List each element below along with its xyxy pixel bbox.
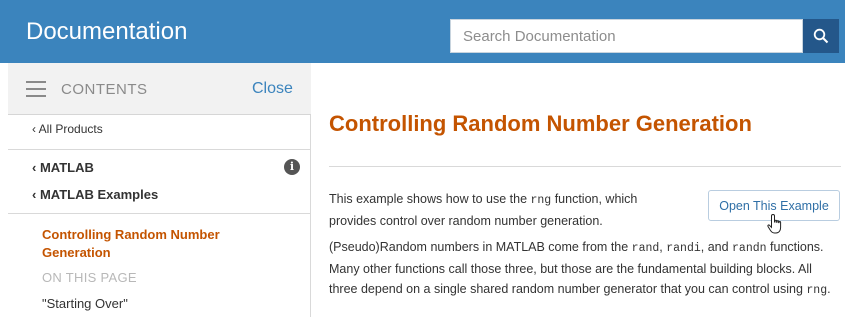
page-title: Controlling Random Number Generation: [329, 111, 752, 136]
chevron-left-icon: ‹: [32, 122, 36, 136]
title-divider: [329, 166, 841, 167]
search-input[interactable]: [451, 20, 802, 52]
divider: [8, 213, 311, 214]
hamburger-menu-icon[interactable]: [26, 81, 46, 97]
breadcrumb-all-products[interactable]: ‹ All Products: [32, 122, 103, 136]
main-content: Controlling Random Number Generation Thi…: [311, 63, 845, 317]
close-sidebar-button[interactable]: Close: [252, 80, 293, 98]
search-icon: [813, 28, 829, 44]
search-box[interactable]: [450, 19, 803, 53]
search-button[interactable]: [803, 19, 839, 53]
info-icon[interactable]: i: [284, 159, 300, 175]
inline-code: randn: [732, 242, 767, 255]
chevron-left-icon: ‹: [32, 187, 37, 202]
contents-label: CONTENTS: [61, 81, 148, 98]
top-bar: Documentation: [0, 0, 845, 63]
breadcrumb-matlab-label: MATLAB: [39, 160, 94, 175]
sidebar-item-starting-over[interactable]: "Starting Over": [42, 296, 128, 311]
app-title[interactable]: Documentation: [26, 18, 187, 46]
sidebar-header: CONTENTS Close: [8, 63, 311, 115]
intro-paragraph: This example shows how to use the rng fu…: [329, 192, 638, 228]
sidebar: CONTENTS Close ‹ All Products ‹ MATLAB i…: [8, 63, 311, 317]
inline-code: rng: [530, 194, 552, 207]
divider: [8, 149, 311, 150]
inline-code: rng: [806, 284, 828, 297]
breadcrumb-matlab-examples-label: MATLAB Examples: [39, 187, 159, 202]
inline-code: randi: [666, 242, 701, 255]
chevron-left-icon: ‹: [32, 160, 37, 175]
hand-pointer-icon: [767, 213, 782, 234]
on-this-page-heading: ON THIS PAGE: [42, 270, 137, 285]
sidebar-current-page[interactable]: Controlling Random Number Generation: [42, 226, 252, 262]
breadcrumb-all-products-label: All Products: [38, 122, 103, 136]
breadcrumb-matlab[interactable]: ‹ MATLAB: [32, 160, 94, 175]
breadcrumb-matlab-examples[interactable]: ‹ MATLAB Examples: [32, 187, 158, 202]
body-paragraph: (Pseudo)Random numbers in MATLAB come fr…: [329, 240, 831, 297]
inline-code: rand: [631, 242, 660, 255]
